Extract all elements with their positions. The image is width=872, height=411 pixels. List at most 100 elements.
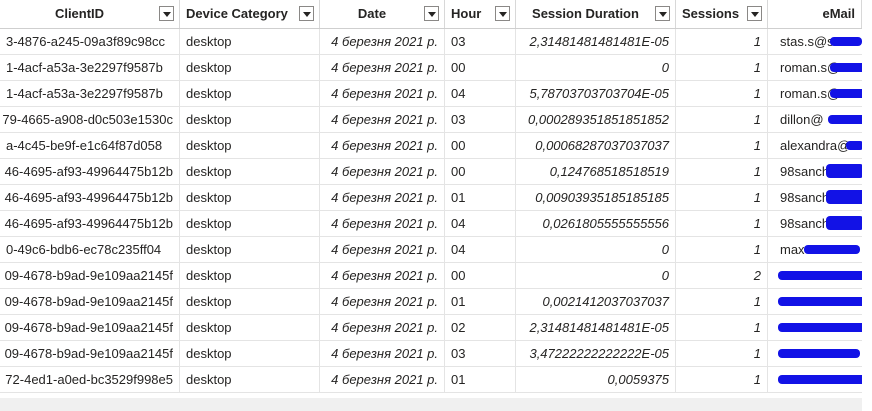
table-edge [862, 0, 872, 411]
table-row[interactable]: 72-4ed1-a0ed-bc3529f998e5 desktop 4 березн… [0, 367, 862, 393]
cell-date: 4 березня 2021 р. [320, 133, 445, 158]
cell-date: 4 березня 2021 р. [320, 29, 445, 54]
filter-dropdown-icon[interactable] [495, 6, 510, 21]
cell-clientid-text: 0-49c6-bdb6-ec78c235ff04 [6, 242, 162, 257]
table-row[interactable]: 09-4678-b9ad-9e109aa2145f desktop 4 березн… [0, 315, 862, 341]
cell-email: max [768, 237, 862, 262]
cell-clientid-text: a-4c45-be9f-e1c64f87d058 [6, 138, 163, 153]
cell-hour: 00 [445, 159, 516, 184]
cell-session-duration-text: 2,31481481481481E-05 [529, 320, 669, 335]
cell-device-category: desktop [180, 55, 320, 80]
cell-hour-text: 00 [451, 138, 466, 153]
column-header-clientid[interactable]: ClientID [0, 0, 180, 28]
cell-hour-text: 04 [451, 86, 466, 101]
table-row[interactable]: 09-4678-b9ad-9e109aa2145f desktop 4 березн… [0, 263, 862, 289]
column-header-date[interactable]: Date [320, 0, 445, 28]
cell-session-duration: 0 [516, 263, 676, 288]
filter-dropdown-icon[interactable] [655, 6, 670, 21]
cell-hour-text: 00 [451, 268, 466, 283]
cell-clientid-text: 79-4665-a908-d0c503e1530c [2, 112, 173, 127]
table-row[interactable]: 09-4678-b9ad-9e109aa2145f desktop 4 березн… [0, 341, 862, 367]
table-row[interactable]: 1-4acf-a53a-3e2297f9587b desktop 4 березня… [0, 55, 862, 81]
table-row[interactable]: 46-4695-af93-49964475b12b desktop 4 березн… [0, 185, 862, 211]
cell-hour: 00 [445, 133, 516, 158]
table-row[interactable]: 79-4665-a908-d0c503e1530c desktop 4 березн… [0, 107, 862, 133]
cell-device-category-text: desktop [186, 372, 232, 387]
cell-sessions-text: 1 [753, 294, 761, 309]
column-header-email[interactable]: eMail [768, 0, 862, 28]
cell-date-text: 4 березня 2021 р. [331, 294, 438, 309]
cell-session-duration-text: 0,0059375 [607, 372, 669, 387]
cell-sessions-text: 1 [753, 86, 761, 101]
horizontal-scrollbar[interactable] [0, 398, 862, 411]
table-header: ClientID Device Category Date Hour Sessi… [0, 0, 862, 29]
cell-clientid-text: 46-4695-af93-49964475b12b [4, 190, 173, 205]
cell-email: roman.s@ [768, 55, 862, 80]
cell-session-duration: 0 [516, 55, 676, 80]
email-redaction-mark [778, 271, 862, 280]
table-row[interactable]: 09-4678-b9ad-9e109aa2145f desktop 4 березн… [0, 289, 862, 315]
cell-device-category-text: desktop [186, 190, 232, 205]
cell-clientid: 09-4678-b9ad-9e109aa2145f [0, 315, 180, 340]
cell-session-duration-text: 0 [661, 268, 669, 283]
cell-device-category-text: desktop [186, 294, 232, 309]
cell-device-category-text: desktop [186, 60, 232, 75]
cell-date: 4 березня 2021 р. [320, 263, 445, 288]
cell-date: 4 березня 2021 р. [320, 55, 445, 80]
cell-session-duration-text: 5,78703703703704E-05 [529, 86, 669, 101]
cell-session-duration-text: 0,124768518518519 [549, 164, 669, 179]
filter-dropdown-icon[interactable] [747, 6, 762, 21]
cell-device-category: desktop [180, 29, 320, 54]
cell-clientid-text: 72-4ed1-a0ed-bc3529f998e5 [5, 372, 173, 387]
cell-device-category: desktop [180, 315, 320, 340]
column-header-label: Session Duration [532, 6, 639, 21]
table-row[interactable]: 1-4acf-a53a-3e2297f9587b desktop 4 березня… [0, 81, 862, 107]
cell-date-text: 4 березня 2021 р. [331, 268, 438, 283]
column-header-label: ClientID [54, 6, 105, 21]
filter-dropdown-icon[interactable] [299, 6, 314, 21]
column-header-hour[interactable]: Hour [445, 0, 516, 28]
cell-session-duration: 0,0261805555555556 [516, 211, 676, 236]
cell-session-duration-text: 0,00068287037037037 [535, 138, 669, 153]
cell-hour-text: 00 [451, 60, 466, 75]
cell-hour: 03 [445, 341, 516, 366]
filter-dropdown-icon[interactable] [424, 6, 439, 21]
cell-device-category-text: desktop [186, 242, 232, 257]
filter-dropdown-icon[interactable] [159, 6, 174, 21]
cell-session-duration: 0,000289351851851852 [516, 107, 676, 132]
cell-clientid: a-4c45-be9f-e1c64f87d058 [0, 133, 180, 158]
cell-sessions: 1 [676, 81, 768, 106]
column-header-label: Sessions [682, 6, 740, 21]
table-row[interactable]: 0-49c6-bdb6-ec78c235ff04 desktop 4 березня… [0, 237, 862, 263]
column-header-sessions[interactable]: Sessions [676, 0, 768, 28]
cell-date: 4 березня 2021 р. [320, 341, 445, 366]
email-redaction-mark [826, 216, 862, 230]
cell-email-text: stas.s@s [780, 34, 834, 49]
table-row[interactable]: 46-4695-af93-49964475b12b desktop 4 березн… [0, 159, 862, 185]
cell-sessions-text: 1 [753, 60, 761, 75]
column-header-device-category[interactable]: Device Category [180, 0, 320, 28]
cell-session-duration-text: 0,000289351851851852 [528, 112, 669, 127]
email-redaction-mark [846, 141, 862, 150]
cell-device-category: desktop [180, 159, 320, 184]
cell-session-duration: 0,00903935185185185 [516, 185, 676, 210]
cell-email: 98sanch [768, 211, 862, 236]
cell-clientid: 46-4695-af93-49964475b12b [0, 159, 180, 184]
cell-hour: 00 [445, 263, 516, 288]
table-row[interactable]: 3-4876-a245-09a3f89c98cc desktop 4 березня… [0, 29, 862, 55]
cell-email: alexandra@ [768, 133, 862, 158]
cell-session-duration: 2,31481481481481E-05 [516, 29, 676, 54]
cell-device-category-text: desktop [186, 268, 232, 283]
cell-hour: 01 [445, 185, 516, 210]
cell-hour: 04 [445, 81, 516, 106]
cell-email-text: alexandra@ [780, 138, 851, 153]
cell-email-text: max [780, 242, 805, 257]
cell-sessions-text: 1 [753, 34, 761, 49]
cell-clientid: 09-4678-b9ad-9e109aa2145f [0, 341, 180, 366]
cell-clientid: 72-4ed1-a0ed-bc3529f998e5 [0, 367, 180, 392]
column-header-session-duration[interactable]: Session Duration [516, 0, 676, 28]
cell-sessions: 1 [676, 29, 768, 54]
cell-sessions-text: 1 [753, 320, 761, 335]
table-row[interactable]: 46-4695-af93-49964475b12b desktop 4 березн… [0, 211, 862, 237]
table-row[interactable]: a-4c45-be9f-e1c64f87d058 desktop 4 березня… [0, 133, 862, 159]
